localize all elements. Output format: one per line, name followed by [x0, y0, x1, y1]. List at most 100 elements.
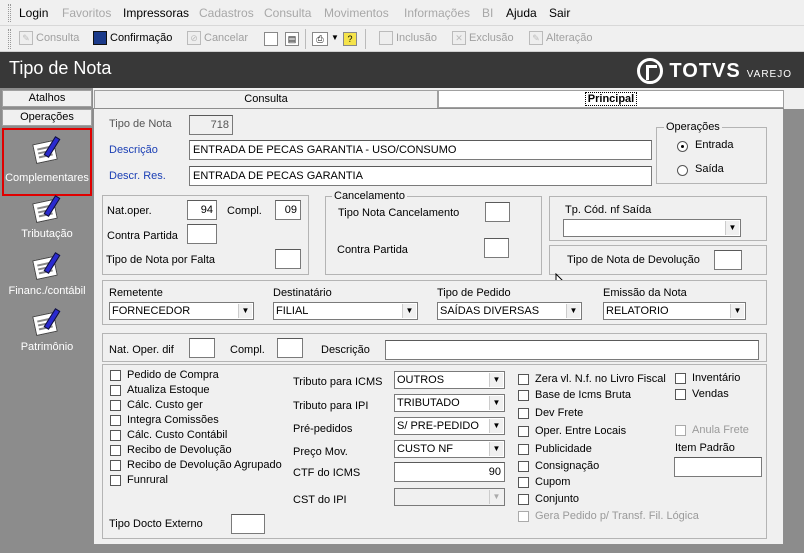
- destinatario-select[interactable]: FILIAL ▼: [273, 302, 418, 320]
- emissao-nota-value: RELATORIO: [606, 305, 669, 317]
- descr-res-field[interactable]: ENTRADA DE PECAS GARANTIA: [189, 166, 652, 186]
- menu-sair[interactable]: Sair: [549, 6, 570, 20]
- chevron-down-icon: ▼: [730, 304, 744, 318]
- integra-comissoes-checkbox[interactable]: [110, 415, 121, 426]
- consignacao-label: Consignação: [535, 460, 600, 472]
- saida-radio[interactable]: [677, 165, 688, 176]
- cupom-checkbox[interactable]: [518, 477, 529, 488]
- remetente-value: FORNECEDOR: [112, 305, 191, 317]
- dev-frete-checkbox[interactable]: [518, 408, 529, 419]
- document-pen-icon: [32, 308, 62, 338]
- compl-dif-field[interactable]: [277, 338, 303, 358]
- ctf-icms-label: CTF do ICMS: [293, 467, 361, 479]
- toolbar-grip: [8, 29, 11, 49]
- chevron-down-icon: ▼: [238, 304, 252, 318]
- descricao-dif-label: Descrição: [321, 344, 370, 356]
- tipo-pedido-select[interactable]: SAÍDAS DIVERSAS ▼: [437, 302, 582, 320]
- tipo-nota-field: 718: [189, 115, 233, 135]
- inventario-checkbox[interactable]: [675, 373, 686, 384]
- pre-pedidos-select[interactable]: S/ PRE-PEDIDO ▼: [394, 417, 505, 435]
- logo-subtitle: VAREJO: [746, 68, 792, 80]
- consignacao-checkbox[interactable]: [518, 461, 529, 472]
- vendas-checkbox[interactable]: [675, 389, 686, 400]
- contra-partida-field[interactable]: [187, 224, 217, 244]
- compl-field[interactable]: 09: [275, 200, 301, 220]
- tp-cod-nf-saida-select[interactable]: ▼: [563, 219, 741, 237]
- frame-bottom: [93, 545, 804, 553]
- item-padrao-label: Item Padrão: [675, 442, 735, 454]
- menubar-grip: [8, 4, 11, 22]
- sidebar-item-tributacao[interactable]: Tributação: [2, 189, 92, 247]
- printer-icon[interactable]: ⎙: [312, 32, 328, 46]
- sidebar-item-label: Patrimônio: [20, 341, 74, 353]
- nat-oper-dif-field[interactable]: [189, 338, 215, 358]
- search-help-icon[interactable]: ?: [343, 32, 357, 46]
- edit-icon: ✎: [529, 31, 543, 45]
- item-padrao-field[interactable]: [674, 457, 762, 477]
- sidebar-item-label: Financ./contábil: [8, 285, 86, 297]
- calc-custo-contabil-label: Cálc. Custo Contábil: [127, 429, 228, 441]
- integra-comissoes-label: Integra Comissões: [127, 414, 219, 426]
- sidebar-item-label: Tributação: [21, 228, 73, 240]
- publicidade-label: Publicidade: [535, 443, 592, 455]
- recibo-devolucao-checkbox[interactable]: [110, 445, 121, 456]
- contra-partida-cancel-field[interactable]: [484, 238, 509, 258]
- tab-principal[interactable]: Principal: [438, 90, 784, 108]
- open-document-icon[interactable]: ▤: [285, 32, 299, 46]
- tab-consulta[interactable]: Consulta: [94, 90, 438, 108]
- tipo-nota-label: Tipo de Nota: [109, 118, 172, 130]
- menu-impressoras[interactable]: Impressoras: [123, 6, 189, 20]
- remetente-select[interactable]: FORNECEDOR ▼: [109, 302, 254, 320]
- pedido-compra-checkbox[interactable]: [110, 370, 121, 381]
- sidebar-tab-atalhos[interactable]: Atalhos: [2, 90, 92, 107]
- sidebar-item-complementares[interactable]: Complementares: [2, 128, 92, 196]
- search-icon: ✎: [19, 31, 33, 45]
- chevron-down-icon: ▼: [489, 419, 503, 433]
- zera-vl-nf-checkbox[interactable]: [518, 374, 529, 385]
- preco-mov-select[interactable]: CUSTO NF ▼: [394, 440, 505, 458]
- emissao-nota-label: Emissão da Nota: [603, 287, 687, 299]
- publicidade-checkbox[interactable]: [518, 444, 529, 455]
- logo-brand: TOTVS: [669, 59, 741, 82]
- menu-movimentos: Movimentos: [324, 6, 389, 20]
- entrada-radio[interactable]: [677, 141, 688, 152]
- sidebar-tab-operacoes[interactable]: Operações: [2, 109, 92, 126]
- new-document-icon[interactable]: [264, 32, 278, 46]
- base-icms-bruta-checkbox[interactable]: [518, 390, 529, 401]
- sidebar-item-financ-contabil[interactable]: Financ./contábil: [2, 246, 92, 304]
- menu-ajuda[interactable]: Ajuda: [506, 6, 537, 20]
- descricao-dif-field[interactable]: [385, 340, 759, 360]
- atualiza-estoque-checkbox[interactable]: [110, 385, 121, 396]
- calc-custo-ger-checkbox[interactable]: [110, 400, 121, 411]
- tipo-nota-cancel-field[interactable]: [485, 202, 510, 222]
- tributo-icms-select[interactable]: OUTROS ▼: [394, 371, 505, 389]
- descricao-field[interactable]: ENTRADA DE PECAS GARANTIA - USO/CONSUMO: [189, 140, 652, 160]
- tributo-ipi-value: TRIBUTADO: [397, 397, 460, 409]
- ctf-icms-field[interactable]: 90: [394, 462, 505, 482]
- nat-oper-field[interactable]: 94: [187, 200, 217, 220]
- preco-mov-value: CUSTO NF: [397, 443, 454, 455]
- printer-dropdown-icon[interactable]: ▼: [331, 33, 339, 42]
- inclusao-button-label: Inclusão: [396, 32, 437, 44]
- emissao-nota-select[interactable]: RELATORIO ▼: [603, 302, 746, 320]
- sidebar-item-label: Complementares: [5, 172, 89, 184]
- tipo-docto-externo-field[interactable]: [231, 514, 265, 534]
- menu-login[interactable]: Login: [19, 6, 48, 20]
- confirmacao-button[interactable]: Confirmação: [93, 31, 172, 45]
- destinatario-value: FILIAL: [276, 305, 309, 317]
- sidebar-item-patrimonio[interactable]: Patrimônio: [2, 302, 92, 360]
- tipo-pedido-label: Tipo de Pedido: [437, 287, 511, 299]
- chevron-down-icon: ▼: [402, 304, 416, 318]
- conjunto-checkbox[interactable]: [518, 494, 529, 505]
- tributo-icms-label: Tributo para ICMS: [293, 376, 383, 388]
- oper-entre-locais-checkbox[interactable]: [518, 426, 529, 437]
- calc-custo-contabil-checkbox[interactable]: [110, 430, 121, 441]
- vendas-label: Vendas: [692, 388, 729, 400]
- tipo-nota-devolucao-field[interactable]: [714, 250, 742, 270]
- tributo-ipi-select[interactable]: TRIBUTADO ▼: [394, 394, 505, 412]
- recibo-devolucao-agrupado-checkbox[interactable]: [110, 460, 121, 471]
- funrural-checkbox[interactable]: [110, 475, 121, 486]
- menu-informacoes: Informações: [404, 6, 471, 20]
- tipo-nota-falta-field[interactable]: [275, 249, 301, 269]
- compl-dif-label: Compl.: [230, 344, 265, 356]
